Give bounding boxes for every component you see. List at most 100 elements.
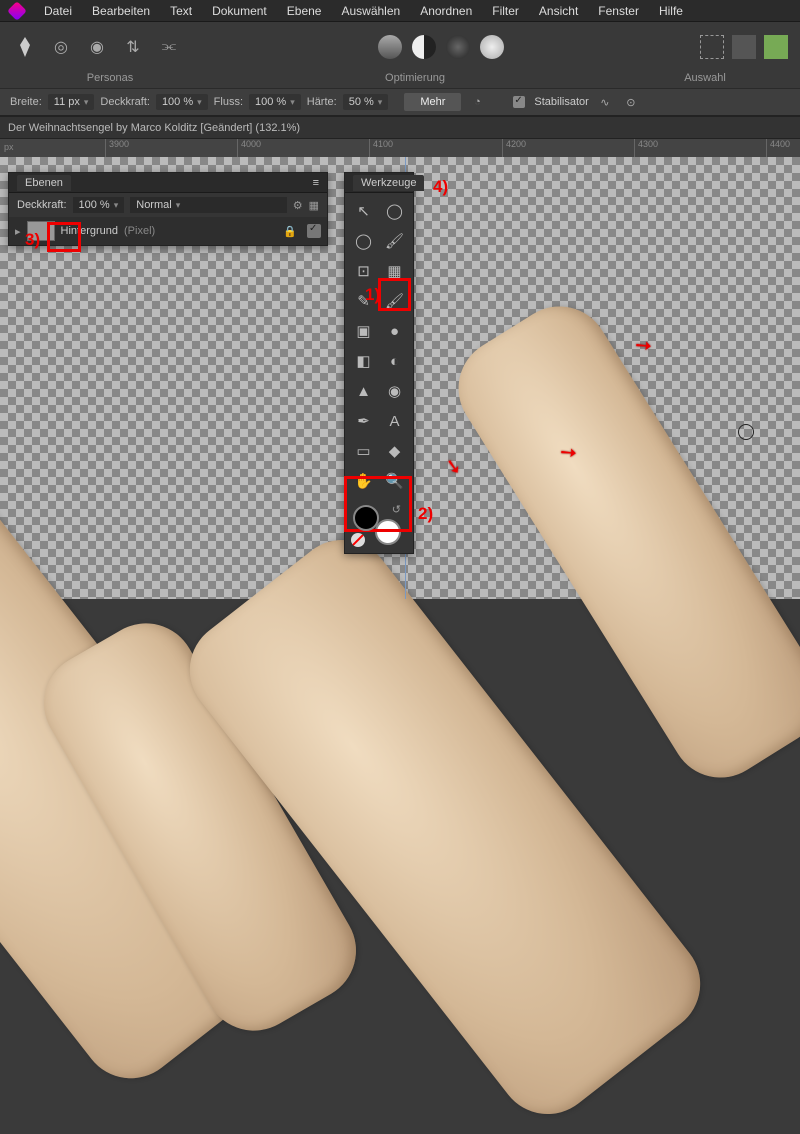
foreground-color[interactable] (353, 505, 379, 531)
gradient-tool[interactable]: ▦ (380, 257, 409, 285)
brush-tool[interactable]: 🖌 (380, 227, 409, 255)
tools-tab[interactable]: Werkzeuge (353, 175, 424, 191)
eraser-tool[interactable]: ◧ (349, 347, 378, 375)
swap-colors-icon[interactable]: ↺ (392, 503, 401, 516)
ellipse-select-tool[interactable]: ◯ (349, 227, 378, 255)
layers-panel[interactable]: Ebenen ≡ Deckkraft: 100 % Normal ⚙ ▦ ▸ H… (8, 172, 328, 246)
layer-name: Hintergrund (61, 225, 118, 237)
brush-cursor (738, 424, 754, 440)
vector-pen-tool[interactable]: ✒ (349, 407, 378, 435)
window-stabilizer-icon[interactable]: ⊙ (621, 92, 641, 112)
optimize-label: Optimierung (190, 72, 640, 84)
rope-stabilizer-icon[interactable]: ∿ (595, 92, 615, 112)
context-toolbar: Breite: 11 px Deckkraft: 100 % Fluss: 10… (0, 88, 800, 116)
optimize-group (182, 35, 700, 59)
layer-row[interactable]: ▸ Hintergrund (Pixel) 🔒 (9, 217, 327, 245)
zoom-tool[interactable]: 🔍 (380, 467, 409, 495)
tools-panel[interactable]: Werkzeuge ↖◯◯🖌⊡▦✎🖌▣●◧◐▲◉✒A▭◆✋🔍 ↺ (344, 172, 414, 554)
more-button[interactable]: Mehr (404, 93, 461, 111)
document-tab[interactable]: Der Weihnachtsengel by Marco Kolditz [Ge… (0, 117, 800, 139)
annotation-text: 2) (418, 504, 433, 524)
smudge-tool[interactable]: ◐ (380, 347, 409, 375)
hardness-field[interactable]: 50 % (343, 94, 389, 110)
burn-tool[interactable]: ▲ (349, 377, 378, 405)
opacity-field[interactable]: 100 % (156, 94, 208, 110)
menu-ebene[interactable]: Ebene (287, 4, 322, 18)
no-color-icon[interactable] (351, 533, 365, 547)
opacity-label: Deckkraft: (100, 96, 150, 108)
stabilizer-checkbox[interactable] (513, 96, 525, 108)
annotation-text: 4) (433, 177, 448, 197)
color-picker-tool[interactable]: ◉ (380, 377, 409, 405)
ruler-tick: 3900 (105, 139, 129, 157)
shape-tool[interactable]: ◆ (380, 437, 409, 465)
quick-mask-icon[interactable] (732, 35, 756, 59)
personas-label: Personas (30, 72, 190, 84)
ruler-tick: 4400 (766, 139, 790, 157)
panel-menu-icon[interactable]: ≡ (313, 177, 319, 189)
menubar: Datei Bearbeiten Text Dokument Ebene Aus… (0, 0, 800, 22)
menu-dokument[interactable]: Dokument (212, 4, 267, 18)
background-color[interactable] (375, 519, 401, 545)
move-tool[interactable]: ↖ (349, 197, 378, 225)
menu-auswaehlen[interactable]: Auswählen (341, 4, 400, 18)
width-field[interactable]: 11 px (48, 94, 95, 110)
menu-ansicht[interactable]: Ansicht (539, 4, 578, 18)
rectangle-tool[interactable]: ▭ (349, 437, 378, 465)
layer-opacity-field[interactable]: 100 % (73, 197, 125, 213)
toolbar: ◎ ◉ ⇅ ⫘ Personas Optimierung Auswahl Bre… (0, 22, 800, 117)
develop-persona-icon[interactable]: ◉ (84, 34, 110, 60)
tone-persona-icon[interactable]: ⇅ (120, 34, 146, 60)
menu-text[interactable]: Text (170, 4, 192, 18)
contrast-icon[interactable] (412, 35, 436, 59)
annotation-text: 3) (25, 230, 40, 250)
ruler-tick: 4100 (369, 139, 393, 157)
menu-anordnen[interactable]: Anordnen (420, 4, 472, 18)
color-swatch: ↺ (351, 503, 403, 547)
photo-persona-icon[interactable] (12, 34, 38, 60)
pressure-icon[interactable]: ◔ (467, 92, 487, 112)
ruler-tick: 4300 (634, 139, 658, 157)
ruler-horizontal: px 3900 4000 4100 4200 4300 4400 (0, 139, 800, 157)
flow-label: Fluss: (214, 96, 243, 108)
stabilizer-label: Stabilisator (534, 96, 588, 108)
export-persona-icon[interactable]: ⫘ (156, 34, 182, 60)
flow-field[interactable]: 100 % (249, 94, 301, 110)
clone-tool[interactable]: ● (380, 317, 409, 345)
liquify-persona-icon[interactable]: ◎ (48, 34, 74, 60)
layer-opacity-label: Deckkraft: (17, 199, 67, 211)
marquee-icon[interactable] (700, 35, 724, 59)
menu-hilfe[interactable]: Hilfe (659, 4, 683, 18)
menu-datei[interactable]: Datei (44, 4, 72, 18)
menu-bearbeiten[interactable]: Bearbeiten (92, 4, 150, 18)
hand-tool[interactable]: ✋ (349, 467, 378, 495)
ruler-unit: px (4, 142, 14, 152)
gear-icon[interactable]: ⚙ (293, 199, 303, 212)
fill-tool[interactable]: ▣ (349, 317, 378, 345)
expand-icon[interactable]: ▸ (15, 225, 21, 238)
menu-fenster[interactable]: Fenster (598, 4, 639, 18)
paint-brush-tool[interactable]: 🖌 (380, 287, 409, 315)
layer-type: (Pixel) (124, 225, 155, 237)
hardness-label: Härte: (307, 96, 337, 108)
ruler-tick: 4200 (502, 139, 526, 157)
colors-icon[interactable] (446, 35, 470, 59)
show-pixel-icon[interactable] (764, 35, 788, 59)
levels-icon[interactable] (378, 35, 402, 59)
ruler-tick: 4000 (237, 139, 261, 157)
visibility-checkbox[interactable] (307, 224, 321, 238)
width-label: Breite: (10, 96, 42, 108)
personas-group: ◎ ◉ ⇅ ⫘ (12, 34, 182, 60)
text-tool[interactable]: A (380, 407, 409, 435)
selection-label: Auswahl (640, 72, 770, 84)
menu-filter[interactable]: Filter (492, 4, 519, 18)
selection-group (700, 35, 788, 59)
whitebalance-icon[interactable] (480, 35, 504, 59)
freehand-select-tool[interactable]: ◯ (380, 197, 409, 225)
app-icon (7, 1, 27, 21)
crop-tool[interactable]: ⊡ (349, 257, 378, 285)
layers-tab[interactable]: Ebenen (17, 175, 71, 191)
blend-mode-field[interactable]: Normal (130, 197, 286, 213)
lock-icon[interactable]: 🔒 (283, 225, 297, 238)
fx-icon[interactable]: ▦ (309, 199, 319, 212)
